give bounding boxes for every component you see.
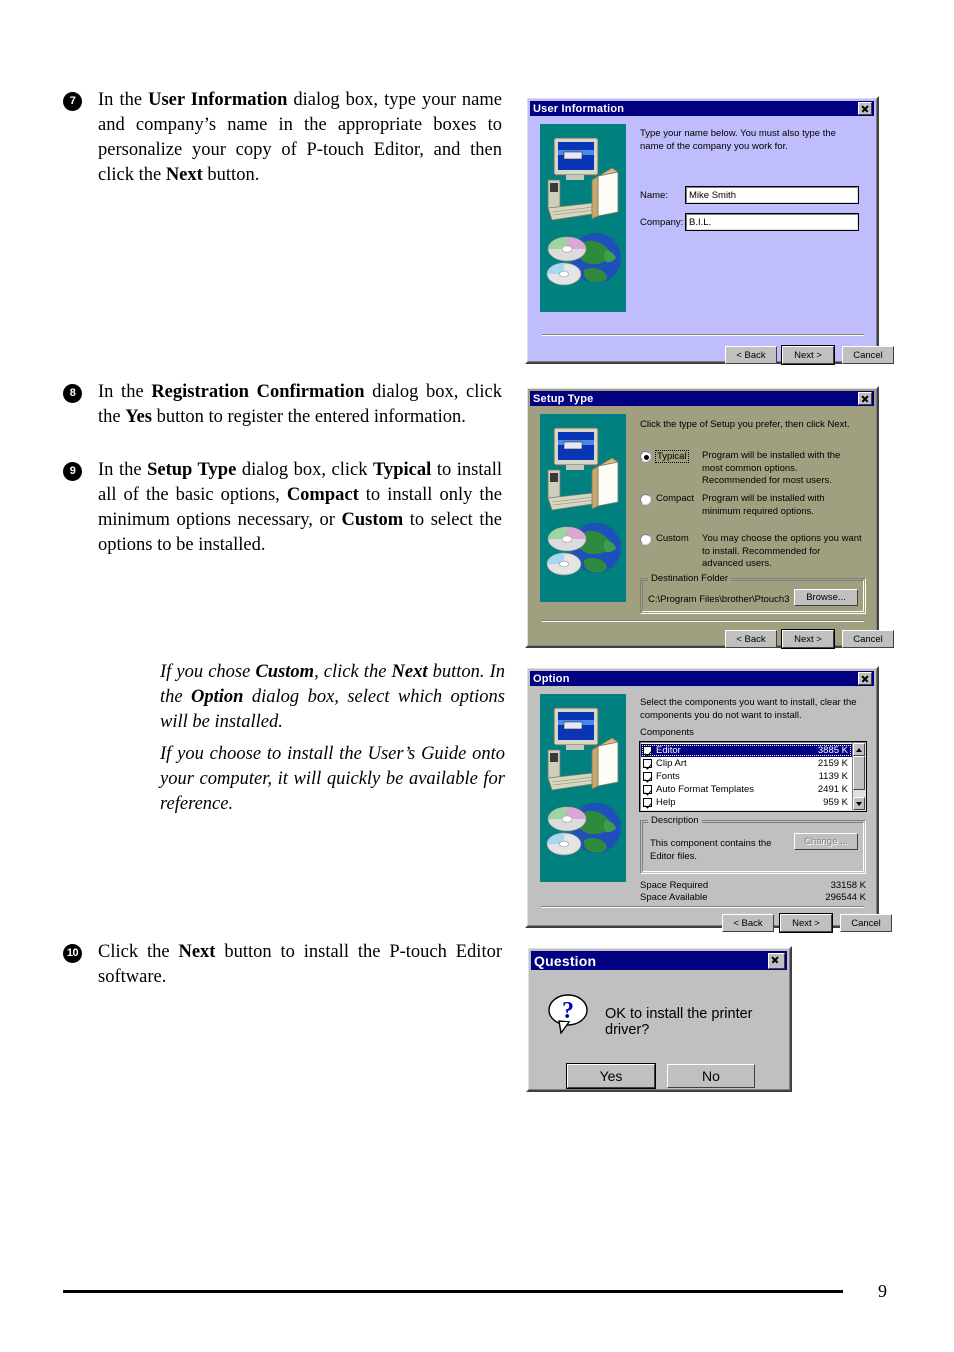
list-item[interactable]: Clip Art 2159 K	[641, 757, 852, 770]
dialog-title: Setup Type	[533, 392, 594, 405]
note-users-guide: If you choose to install the User’s Guid…	[160, 744, 505, 814]
company-field-label: Company:	[640, 217, 684, 228]
list-item[interactable]: Fonts 1139 K	[641, 770, 852, 783]
step-marker: 7	[63, 92, 82, 111]
dialog-instruction: Select the components you want to instal…	[640, 697, 857, 721]
step-10: 10 Click the Next button to install the …	[63, 940, 508, 990]
back-button[interactable]: < Back	[722, 914, 774, 932]
footer-rule	[63, 1290, 843, 1293]
dialog-title: User Information	[533, 102, 625, 115]
components-listbox[interactable]: Editor 3885 K Clip Art 2159 K Fonts 1139…	[639, 741, 867, 812]
dialog-setup-type[interactable]: Setup Type Click the type of Setup you p…	[525, 386, 894, 649]
dialog-title: Question	[534, 952, 597, 969]
radio-custom[interactable]: Custom	[640, 533, 689, 545]
page-number: 9	[878, 1281, 887, 1301]
dialog-instruction: Click the type of Setup you prefer, then…	[640, 419, 850, 430]
radio-label: Compact	[656, 493, 695, 504]
dialog-option[interactable]: Option Select the components you want to…	[525, 666, 892, 933]
question-mark-icon: ?	[547, 992, 589, 1039]
scrollbar-thumb[interactable]	[853, 756, 865, 790]
radio-compact[interactable]: Compact	[640, 493, 694, 505]
dialog-user-information[interactable]: User Information Type your name below. Y…	[525, 96, 894, 365]
cancel-button[interactable]: Cancel	[840, 914, 892, 932]
titlebar[interactable]: Setup Type	[530, 391, 874, 406]
titlebar[interactable]: Option	[530, 671, 874, 686]
radio-label: Typical	[655, 450, 689, 463]
yes-button[interactable]: Yes	[566, 1063, 656, 1089]
step-7: 7 In the User Information dialog box, ty…	[63, 88, 508, 188]
cancel-button[interactable]: Cancel	[842, 630, 894, 648]
close-icon[interactable]	[858, 672, 872, 685]
dialog-question[interactable]: Question ? OK to install the printer dri…	[526, 946, 792, 1092]
back-button[interactable]: < Back	[725, 346, 777, 364]
back-button[interactable]: < Back	[725, 630, 777, 648]
company-input[interactable]: B.I.L.	[685, 213, 859, 231]
step-marker: 10	[63, 944, 82, 963]
checkbox-checked-icon[interactable]	[643, 772, 652, 781]
components-label: Components	[640, 727, 694, 738]
change-button[interactable]: Change ...	[794, 833, 858, 850]
next-button[interactable]: Next >	[779, 913, 833, 933]
scroll-down-button[interactable]	[853, 797, 865, 810]
dialog-instruction: Type your name below. You must also type…	[640, 128, 836, 152]
name-field-label: Name:	[640, 190, 668, 201]
next-button[interactable]: Next >	[781, 629, 835, 649]
name-input[interactable]: Mike Smith	[685, 186, 859, 204]
description-text: This component contains the Editor files…	[650, 838, 772, 862]
compact-description: Program will be installed with minimum r…	[702, 493, 825, 517]
group-title: Destination Folder	[648, 573, 732, 584]
divider	[542, 906, 864, 908]
divider	[542, 620, 864, 622]
radio-indicator[interactable]	[640, 451, 651, 462]
titlebar[interactable]: User Information	[530, 101, 874, 116]
next-button[interactable]: Next >	[781, 345, 835, 365]
close-icon[interactable]	[858, 102, 872, 115]
space-required-value: 33158 K	[830, 880, 866, 891]
close-icon[interactable]	[768, 952, 785, 969]
checkbox-checked-icon[interactable]	[643, 798, 652, 807]
destination-path: C:\Program Files\brother\Ptouch3	[648, 594, 790, 605]
step-8: 8 In the Registration Confirmation dialo…	[63, 380, 508, 430]
step-text: In the Registration Confirmation dialog …	[98, 382, 502, 427]
scrollbar-track[interactable]	[853, 790, 865, 797]
radio-indicator[interactable]	[640, 534, 651, 545]
radio-indicator[interactable]	[640, 494, 651, 505]
checkbox-checked-icon[interactable]	[643, 785, 652, 794]
checkbox-checked-icon[interactable]	[643, 759, 652, 768]
question-message: OK to install the printer driver?	[605, 1006, 753, 1038]
cancel-button[interactable]: Cancel	[842, 346, 894, 364]
installer-clipart	[540, 124, 626, 312]
no-button[interactable]: No	[667, 1064, 755, 1088]
close-icon[interactable]	[858, 392, 872, 405]
list-item[interactable]: Auto Format Templates 2491 K	[641, 783, 852, 796]
note-custom-option: If you chose Custom, click the Next butt…	[160, 662, 506, 732]
checkbox-checked-icon[interactable]	[643, 746, 652, 755]
list-item[interactable]: Help 959 K	[641, 796, 852, 809]
manual-page: 7 In the User Information dialog box, ty…	[0, 0, 954, 1352]
step-9: 9 In the Setup Type dialog box, click Ty…	[63, 458, 508, 558]
radio-label: Custom	[656, 533, 689, 544]
titlebar[interactable]: Question	[531, 951, 787, 970]
group-title: Description	[648, 815, 702, 826]
divider	[542, 334, 864, 336]
space-available-value: 296544 K	[825, 892, 866, 903]
components-scrollbar[interactable]	[852, 743, 865, 810]
browse-button[interactable]: Browse...	[794, 589, 858, 606]
step-text: Click the Next button to install the P-t…	[98, 942, 502, 987]
radio-typical[interactable]: Typical	[640, 450, 689, 463]
scroll-up-button[interactable]	[853, 743, 865, 756]
step-text: In the Setup Type dialog box, click Typi…	[98, 460, 502, 555]
step-text: In the User Information dialog box, type…	[98, 90, 502, 185]
typical-description: Program will be installed with the most …	[702, 450, 841, 486]
dialog-title: Option	[533, 672, 570, 685]
svg-text:?: ?	[562, 998, 574, 1024]
installer-clipart	[540, 694, 626, 882]
installer-clipart	[540, 414, 626, 602]
list-item[interactable]: Editor 3885 K	[641, 744, 852, 757]
step-marker: 9	[63, 462, 82, 481]
step-marker: 8	[63, 384, 82, 403]
custom-description: You may choose the options you want to i…	[702, 533, 862, 569]
